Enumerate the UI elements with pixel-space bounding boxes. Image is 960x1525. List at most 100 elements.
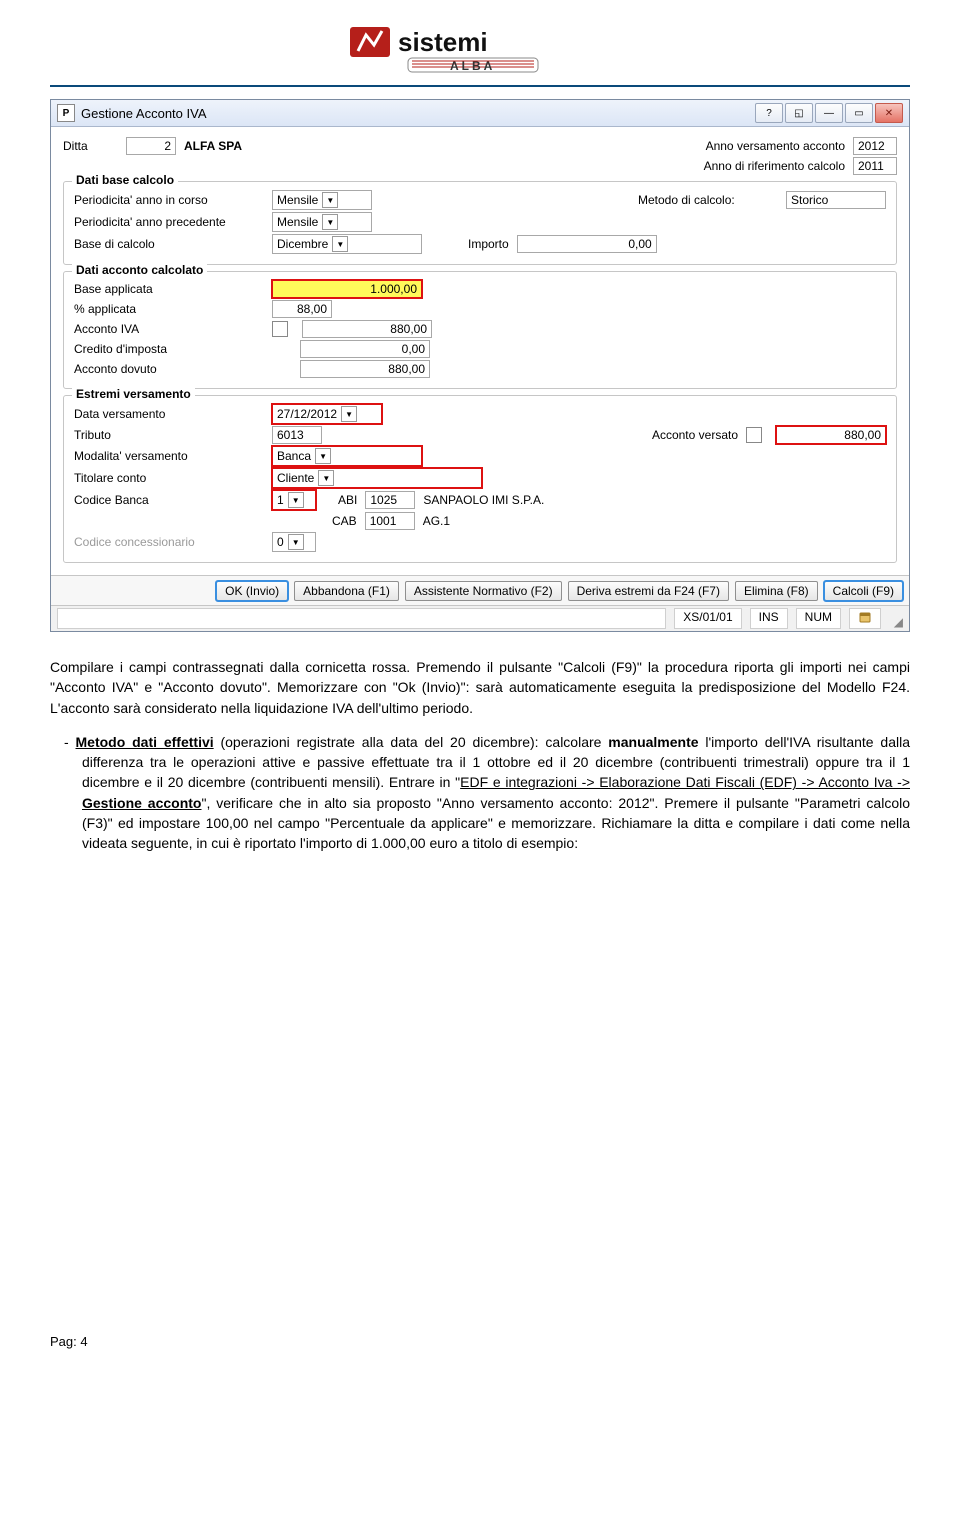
page-header: sistemi ALBA	[50, 15, 910, 81]
titolare-combo[interactable]: Cliente ▼	[272, 468, 482, 488]
chevron-down-icon: ▼	[288, 534, 304, 550]
anno-riferimento-label: Anno di riferimento calcolo	[704, 159, 845, 173]
importo-field[interactable]: 0,00	[517, 235, 657, 253]
metodo-label: Metodo di calcolo:	[638, 193, 778, 207]
buttons-bar: OK (Invio) Abbandona (F1) Assistente Nor…	[51, 575, 909, 605]
base-applicata-label: Base applicata	[74, 282, 264, 296]
data-versamento-field[interactable]: 27/12/2012 ▼	[272, 404, 382, 424]
acconto-versato-field[interactable]: 880,00	[776, 426, 886, 444]
cab-field[interactable]: 1001	[365, 512, 415, 530]
periodicita-corso-combo[interactable]: Mensile ▼	[272, 190, 372, 210]
modalita-value: Banca	[277, 449, 311, 463]
legend-estremi: Estremi versamento	[72, 387, 195, 401]
anno-versamento-field[interactable]: 2012	[853, 137, 897, 155]
tributo-label: Tributo	[74, 428, 264, 442]
assistente-button[interactable]: Assistente Normativo (F2)	[405, 581, 562, 601]
modalita-combo[interactable]: Banca ▼	[272, 446, 422, 466]
tributo-field[interactable]: 6013	[272, 426, 322, 444]
periodicita-prec-value: Mensile	[277, 215, 318, 229]
cab-label: CAB	[332, 514, 357, 528]
acconto-dovuto-field[interactable]: 880,00	[300, 360, 430, 378]
titolare-value: Cliente	[277, 471, 314, 485]
elimina-button[interactable]: Elimina (F8)	[735, 581, 818, 601]
base-calcolo-value: Dicembre	[277, 237, 328, 251]
acconto-versato-checkbox[interactable]	[746, 427, 762, 443]
app-icon: P	[57, 104, 75, 122]
codice-banca-label: Codice Banca	[74, 493, 264, 507]
credito-imposta-field[interactable]: 0,00	[300, 340, 430, 358]
restore-small-button[interactable]: ◱	[785, 103, 813, 123]
svg-text:ALBA: ALBA	[450, 59, 495, 73]
periodicita-corso-label: Periodicita' anno in corso	[74, 193, 264, 207]
chevron-down-icon: ▼	[322, 214, 338, 230]
metodo-field[interactable]: Storico	[786, 191, 886, 209]
acconto-iva-checkbox[interactable]	[272, 321, 288, 337]
credito-imposta-label: Credito d'imposta	[74, 342, 264, 356]
periodicita-prec-combo[interactable]: Mensile ▼	[272, 212, 372, 232]
legend-dati-acconto: Dati acconto calcolato	[72, 263, 207, 277]
base-calcolo-combo[interactable]: Dicembre ▼	[272, 234, 422, 254]
chevron-down-icon: ▼	[332, 236, 348, 252]
codice-concessionario-value: 0	[277, 535, 284, 549]
chevron-down-icon: ▼	[315, 448, 331, 464]
codice-concessionario-label: Codice concessionario	[74, 535, 264, 549]
svg-text:sistemi: sistemi	[398, 27, 488, 57]
importo-label: Importo	[468, 237, 509, 251]
anno-versamento-label: Anno versamento acconto	[706, 139, 845, 153]
base-calcolo-label: Base di calcolo	[74, 237, 264, 251]
codice-concessionario-combo[interactable]: 0 ▼	[272, 532, 316, 552]
window-title: Gestione Acconto IVA	[81, 106, 749, 121]
logo: sistemi ALBA	[350, 25, 610, 73]
ditta-name: ALFA SPA	[184, 139, 242, 153]
data-versamento-value: 27/12/2012	[277, 407, 337, 421]
status-tray	[849, 608, 881, 629]
base-applicata-field[interactable]: 1.000,00	[272, 280, 422, 298]
close-button[interactable]: ✕	[875, 103, 903, 123]
data-versamento-label: Data versamento	[74, 407, 264, 421]
help-button[interactable]: ?	[755, 103, 783, 123]
fieldset-estremi: Estremi versamento Data versamento 27/12…	[63, 395, 897, 563]
body-text: Compilare i campi contrassegnati dalla c…	[50, 657, 910, 854]
text-metodo-title: Metodo dati effettivi	[76, 734, 214, 750]
ditta-code-field[interactable]: 2	[126, 137, 176, 155]
header-divider	[50, 85, 910, 87]
calcoli-button[interactable]: Calcoli (F9)	[824, 581, 903, 601]
chevron-down-icon: ▼	[318, 470, 334, 486]
legend-dati-base: Dati base calcolo	[72, 173, 178, 187]
list-item-metodo: Metodo dati effettivi (operazioni regist…	[82, 732, 910, 854]
pct-applicata-label: % applicata	[74, 302, 264, 316]
ok-button[interactable]: OK (Invio)	[216, 581, 288, 601]
status-num: NUM	[796, 608, 841, 629]
fieldset-dati-acconto: Dati acconto calcolato Base applicata 1.…	[63, 271, 897, 389]
acconto-dovuto-label: Acconto dovuto	[74, 362, 264, 376]
periodicita-prec-label: Periodicita' anno precedente	[74, 215, 264, 229]
abi-field[interactable]: 1025	[365, 491, 415, 509]
acconto-iva-field[interactable]: 880,00	[302, 320, 432, 338]
status-version: XS/01/01	[674, 608, 741, 629]
maximize-button[interactable]: ▭	[845, 103, 873, 123]
minimize-button[interactable]: —	[815, 103, 843, 123]
anno-riferimento-field[interactable]: 2011	[853, 157, 897, 175]
chevron-down-icon: ▼	[322, 192, 338, 208]
chevron-down-icon: ▼	[341, 406, 357, 422]
acconto-versato-label: Acconto versato	[652, 428, 738, 442]
abbandona-button[interactable]: Abbandona (F1)	[294, 581, 399, 601]
pct-applicata-field[interactable]: 88,00	[272, 300, 332, 318]
app-window: P Gestione Acconto IVA ? ◱ — ▭ ✕ Ditta 2…	[50, 99, 910, 632]
periodicita-corso-value: Mensile	[277, 193, 318, 207]
abi-label: ABI	[338, 493, 357, 507]
codice-banca-combo[interactable]: 1 ▼	[272, 490, 316, 510]
ditta-label: Ditta	[63, 139, 118, 153]
titolare-label: Titolare conto	[74, 471, 264, 485]
status-bar: XS/01/01 INS NUM ◢	[51, 605, 909, 631]
chevron-down-icon: ▼	[288, 492, 304, 508]
acconto-iva-label: Acconto IVA	[74, 322, 264, 336]
deriva-button[interactable]: Deriva estremi da F24 (F7)	[568, 581, 729, 601]
fieldset-dati-base: Dati base calcolo Periodicita' anno in c…	[63, 181, 897, 265]
paragraph-1: Compilare i campi contrassegnati dalla c…	[50, 657, 910, 718]
modalita-label: Modalita' versamento	[74, 449, 264, 463]
status-ins: INS	[750, 608, 788, 629]
codice-banca-value: 1	[277, 493, 284, 507]
page-footer: Pag: 4	[50, 1334, 910, 1349]
titlebar: P Gestione Acconto IVA ? ◱ — ▭ ✕	[51, 100, 909, 127]
